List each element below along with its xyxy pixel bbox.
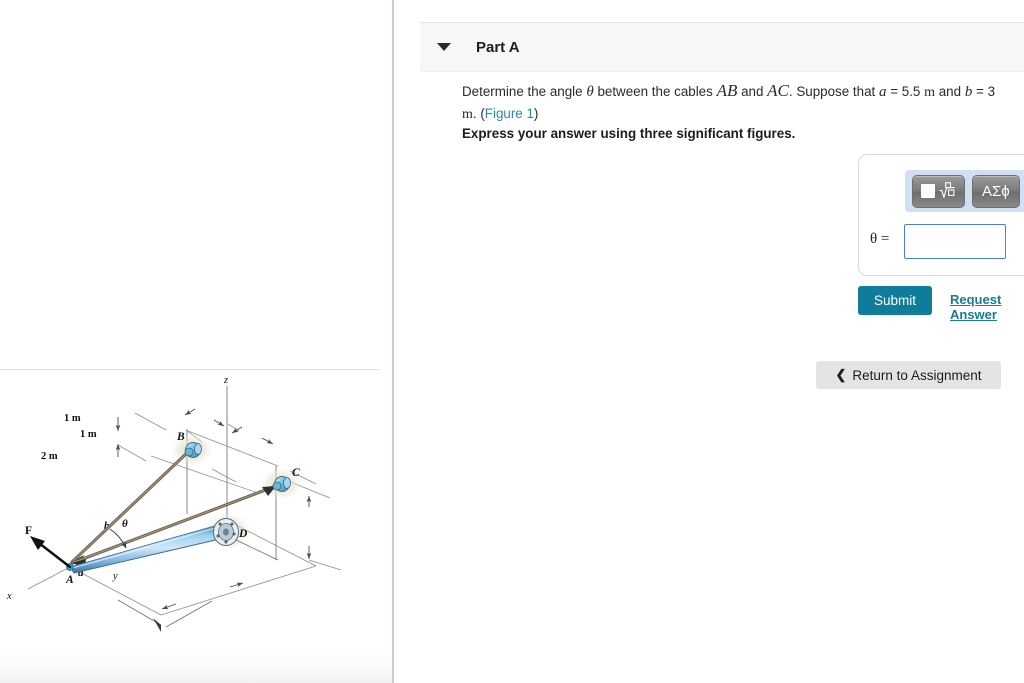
symbol-ac: AC: [767, 81, 789, 100]
template-radical-button[interactable]: [912, 174, 965, 208]
figure-header-divider: [0, 369, 380, 370]
force-label-f: F: [25, 525, 32, 537]
figure-header: Figure 1 of 1: [0, 332, 380, 683]
problem-text-5: and: [938, 84, 962, 99]
problem-text-6: . (: [472, 106, 485, 121]
symbol-ab: AB: [716, 81, 738, 100]
axis-label-x: x: [6, 591, 12, 602]
axis-y: y: [112, 559, 342, 582]
problem-statement: Determine the angle θ between the cables…: [462, 80, 1007, 125]
problem-text-2: between the cables: [597, 84, 713, 99]
filled-square-icon: [921, 184, 935, 198]
dimension-a: a: [78, 567, 244, 610]
symbol-theta: θ: [586, 84, 594, 100]
part-title: Part A: [476, 38, 520, 56]
greek-symbols-button[interactable]: ΑΣϕ: [971, 174, 1020, 208]
ground-extent-arrows: [117, 599, 213, 632]
figure-panel-fade: [0, 652, 392, 683]
problem-text-4: . Suppose that: [788, 84, 876, 99]
answer-instruction: Express your answer using three signific…: [462, 126, 796, 141]
unit-a: m: [924, 85, 935, 100]
answer-input[interactable]: [904, 224, 1006, 259]
unit-b: m: [462, 107, 473, 122]
chevron-left-icon: ❮: [835, 367, 847, 382]
answer-entry-card: ΑΣϕ ↓↑ vec: [858, 154, 1024, 276]
caret-down-icon[interactable]: [437, 43, 451, 51]
axis-label-z: z: [223, 375, 228, 386]
dimension-1m-right-label: 1 m: [80, 429, 97, 440]
point-label-d: D: [238, 528, 248, 540]
point-label-c: C: [292, 467, 300, 479]
force-vector-f: F: [25, 525, 72, 569]
value-b: = 3: [976, 84, 996, 99]
flange-d: [213, 518, 239, 546]
figure-1-link[interactable]: Figure 1: [485, 106, 534, 121]
figure-diagram-svg: z 2 m 1 m 1 m b a y x D B C A F θ: [6, 375, 342, 632]
problem-text-1: Determine the angle: [462, 84, 583, 99]
dimension-1m-left: 1 m: [64, 408, 225, 427]
value-a: = 5.5: [890, 84, 921, 99]
nth-root-icon: [938, 182, 955, 198]
point-label-b: B: [176, 431, 185, 443]
dimension-1m-left-label: 1 m: [64, 413, 81, 424]
math-toolbar: ΑΣϕ ↓↑ vec: [905, 170, 1024, 212]
submit-button[interactable]: Submit: [858, 286, 932, 315]
problem-panel: Part A Determine the angle θ between the…: [394, 0, 1024, 683]
axis-x: x: [6, 566, 71, 602]
symbol-a: a: [878, 84, 887, 100]
figure-image[interactable]: z 2 m 1 m 1 m b a y x D B C A F θ: [0, 374, 393, 656]
return-to-assignment-button[interactable]: ❮ Return to Assignment: [816, 361, 1001, 389]
point-label-a: A: [65, 574, 74, 586]
pipe-ad: [69, 524, 225, 574]
answer-variable-label: θ =: [870, 231, 890, 247]
problem-text: Determine the angle θ between the cables…: [462, 80, 1007, 125]
problem-text-3: and: [741, 84, 764, 99]
problem-text-7: ): [533, 106, 539, 121]
part-a-header[interactable]: Part A: [420, 22, 1024, 72]
angle-label-theta: θ: [122, 518, 128, 530]
request-answer-link[interactable]: Request Answer: [950, 292, 1024, 322]
dimension-2m-label: 2 m: [41, 451, 58, 462]
return-to-assignment-label: Return to Assignment: [852, 367, 982, 383]
figure-panel: Figure 1 of 1: [0, 0, 393, 683]
page-root: Figure 1 of 1: [0, 0, 1024, 683]
axis-label-y: y: [112, 571, 118, 582]
symbol-b: b: [964, 84, 973, 100]
